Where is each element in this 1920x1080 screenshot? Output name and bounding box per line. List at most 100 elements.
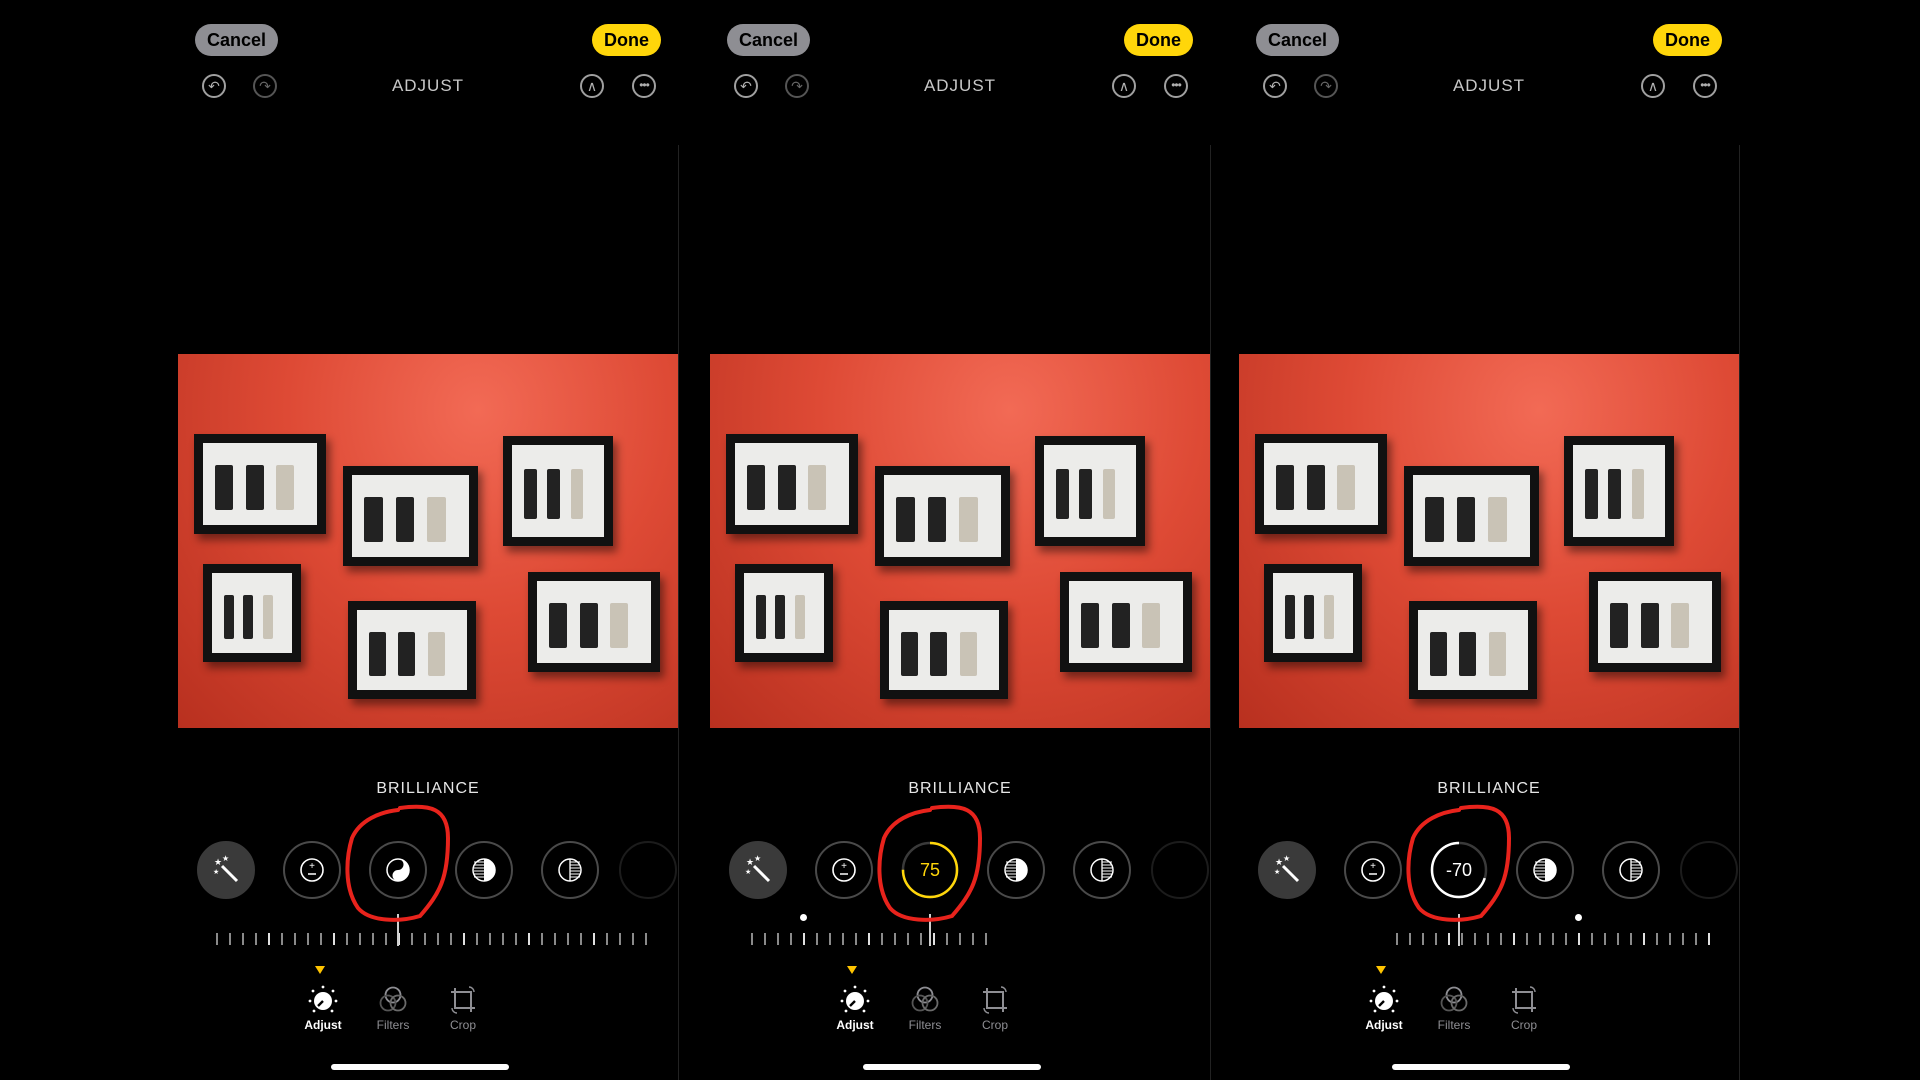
editor-tab-bar: Adjust Filters Crop <box>1239 966 1739 1036</box>
tool-auto-enhance-button[interactable]: ★ ★ ★ <box>729 841 787 899</box>
tab-adjust[interactable]: Adjust <box>1354 966 1414 1032</box>
done-button[interactable]: Done <box>592 24 661 56</box>
device-part <box>1488 497 1508 542</box>
tool-shadows-button[interactable] <box>1602 841 1660 899</box>
framed-device-display <box>1404 466 1539 566</box>
tool-more-button[interactable] <box>1151 841 1209 899</box>
markup-pen-icon[interactable]: ∧ <box>1112 74 1136 98</box>
tool-auto-enhance-button[interactable]: ★ ★ ★ <box>1258 841 1316 899</box>
device-part <box>369 631 386 676</box>
svg-text:★: ★ <box>1275 857 1283 867</box>
slider-tick <box>1461 933 1463 945</box>
tool-auto-enhance-button[interactable]: ★ ★ ★ <box>197 841 255 899</box>
slider-tick <box>1708 933 1710 945</box>
device-part <box>1631 469 1645 519</box>
framed-device-display <box>1255 434 1387 534</box>
tool-highlights-button[interactable] <box>1516 841 1574 899</box>
tool-brilliance-button[interactable]: -70 <box>1430 841 1488 899</box>
frame-mat <box>212 573 292 653</box>
photo-preview[interactable] <box>178 354 678 728</box>
cancel-button[interactable]: Cancel <box>1256 24 1340 56</box>
tool-value-readout: -70 <box>1445 859 1472 880</box>
device-part <box>1640 603 1659 648</box>
tab-crop[interactable]: Crop <box>433 966 493 1032</box>
more-options-icon[interactable]: ••• <box>1164 74 1188 98</box>
slider-tick <box>750 933 753 945</box>
slider-tick <box>1513 933 1515 945</box>
shadows-icon <box>557 857 583 883</box>
framed-device-display <box>735 564 833 662</box>
slider-tick <box>906 933 909 945</box>
tab-label: Crop <box>1510 1018 1537 1032</box>
slider-tick <box>789 933 792 945</box>
markup-pen-icon[interactable]: ∧ <box>580 74 604 98</box>
more-options-icon[interactable]: ••• <box>632 74 656 98</box>
tool-exposure-button[interactable]: + <box>283 841 341 899</box>
tool-shadows-button[interactable] <box>1073 841 1131 899</box>
device-part <box>927 497 947 542</box>
device-part <box>276 465 295 510</box>
tool-more-button[interactable] <box>619 841 677 899</box>
slider-tick <box>372 933 374 945</box>
shadows-icon <box>1618 857 1644 883</box>
tab-adjust[interactable]: Adjust <box>825 966 885 1032</box>
svg-text:★: ★ <box>214 857 222 867</box>
tool-exposure-button[interactable]: + <box>815 841 873 899</box>
slider-tick <box>606 933 608 945</box>
filters-circles-icon <box>909 984 941 1016</box>
tool-brilliance-button[interactable]: 75 <box>901 841 959 899</box>
cancel-button[interactable]: Cancel <box>195 24 279 56</box>
device-part <box>1276 465 1294 510</box>
svg-text:★: ★ <box>1283 855 1290 863</box>
tab-filters[interactable]: Filters <box>895 966 955 1032</box>
slider-tick <box>1656 933 1658 945</box>
framed-device-display <box>528 572 660 672</box>
tool-shadows-button[interactable] <box>541 841 599 899</box>
tab-filters[interactable]: Filters <box>363 966 423 1032</box>
slider-tick <box>554 933 556 945</box>
home-indicator <box>1392 1064 1570 1070</box>
active-tab-indicator <box>847 966 857 974</box>
slider-tick <box>294 933 296 945</box>
tool-value-readout: 75 <box>919 859 941 880</box>
device-part <box>756 594 766 639</box>
device-part <box>1285 594 1295 639</box>
slider-tick <box>1448 933 1450 945</box>
tool-highlights-button[interactable] <box>455 841 513 899</box>
tool-highlights-button[interactable] <box>987 841 1045 899</box>
slider-tick <box>828 933 831 945</box>
done-button[interactable]: Done <box>1653 24 1722 56</box>
tool-exposure-button[interactable]: + <box>1344 841 1402 899</box>
cancel-button[interactable]: Cancel <box>727 24 811 56</box>
crop-rotate-icon <box>447 984 479 1016</box>
device-part <box>243 594 254 639</box>
tool-more-button[interactable] <box>1680 841 1738 899</box>
tab-crop[interactable]: Crop <box>965 966 1025 1032</box>
device-part <box>1488 631 1506 676</box>
tab-crop[interactable]: Crop <box>1494 966 1554 1032</box>
photo-preview[interactable] <box>710 354 1210 728</box>
device-part <box>1111 603 1130 648</box>
device-part <box>775 594 786 639</box>
exposure-plus-minus-icon: + <box>1360 857 1386 883</box>
framed-device-display <box>348 601 476 699</box>
slider-tick <box>346 933 348 945</box>
slider-position-needle <box>397 914 399 946</box>
markup-pen-icon[interactable]: ∧ <box>1641 74 1665 98</box>
frame-mat <box>357 610 467 690</box>
done-button[interactable]: Done <box>1124 24 1193 56</box>
slider-tick <box>502 933 504 945</box>
slider-tick <box>919 933 922 945</box>
slider-tick <box>815 933 818 945</box>
device-part <box>395 497 415 542</box>
slider-tick <box>268 933 270 945</box>
photo-preview[interactable] <box>1239 354 1739 728</box>
tool-brilliance-button[interactable] <box>369 841 427 899</box>
tab-filters[interactable]: Filters <box>1424 966 1484 1032</box>
framed-device-display <box>1589 572 1721 672</box>
framed-device-display <box>343 466 478 566</box>
device-part <box>959 497 979 542</box>
tab-label: Crop <box>981 1018 1008 1032</box>
tab-adjust[interactable]: Adjust <box>293 966 353 1032</box>
more-options-icon[interactable]: ••• <box>1693 74 1717 98</box>
